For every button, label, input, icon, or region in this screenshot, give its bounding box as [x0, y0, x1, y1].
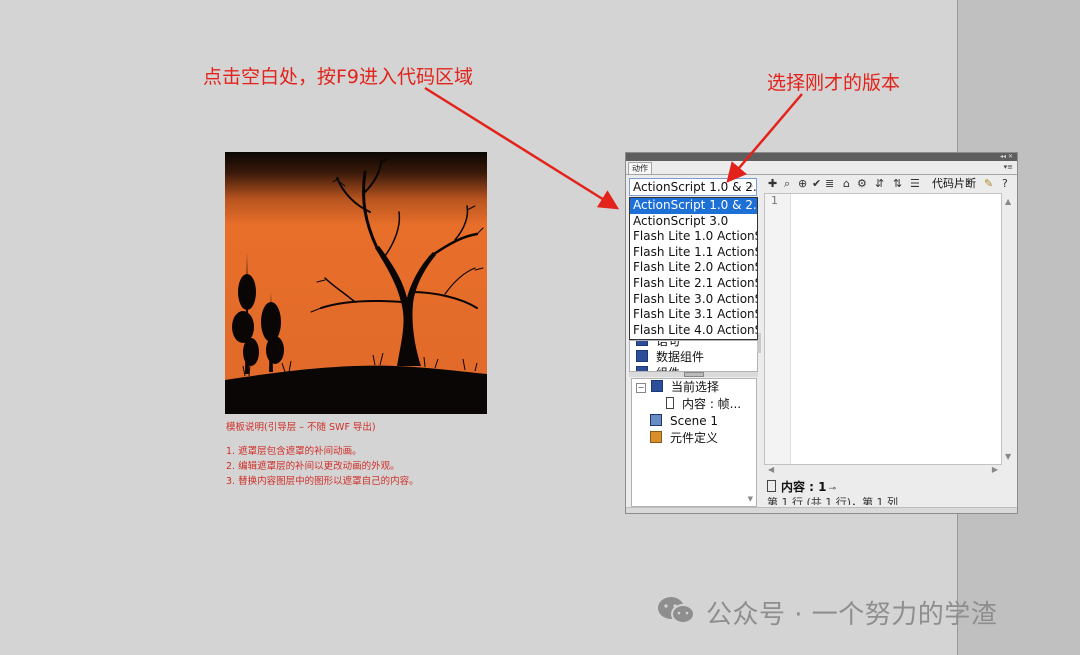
- annotation-select-version: 选择刚才的版本: [767, 72, 901, 94]
- tree-item-current-selection[interactable]: − 当前选择: [636, 379, 719, 396]
- tab-actions[interactable]: 动作: [628, 162, 652, 174]
- add-item-icon[interactable]: ✚: [768, 177, 777, 191]
- toolbox-item-data-components[interactable]: 数据组件: [630, 349, 757, 365]
- check-syntax-icon[interactable]: ✔: [812, 177, 821, 191]
- target-icon[interactable]: ⊕: [798, 177, 807, 191]
- version-option[interactable]: ActionScript 1.0 & 2.0: [630, 198, 757, 214]
- version-dropdown-list: ActionScript 1.0 & 2.0 ActionScript 3.0 …: [629, 197, 758, 340]
- tree-label: 当前选择: [671, 380, 720, 394]
- scroll-up-icon[interactable]: ▲: [1005, 197, 1011, 206]
- panel-resize-bar[interactable]: [626, 507, 1017, 513]
- panel-divider: [626, 174, 1017, 175]
- script-tab-label: 内容 : 1: [781, 480, 827, 494]
- chevron-down-icon[interactable]: ⌵: [746, 179, 753, 195]
- tree-label: 内容 : 帧...: [682, 397, 742, 411]
- annotation-press-f9: 点击空白处，按F9进入代码区域: [203, 66, 474, 88]
- wechat-icon: [658, 597, 695, 624]
- template-step: 2. 编辑遮罩层的补间以更改动画的外观。: [226, 461, 400, 472]
- scene-icon: [650, 414, 662, 426]
- pin-script-icon[interactable]: ⊸: [829, 484, 837, 494]
- version-option[interactable]: Flash Lite 3.0 ActionScript: [630, 292, 757, 308]
- panel-titlebar[interactable]: ◂◂ ✕: [626, 153, 1017, 161]
- tree-item-content-frame[interactable]: 内容 : 帧...: [666, 396, 741, 413]
- template-notes: 模板说明(引导层 – 不随 SWF 导出) 1. 遮罩层包含遮罩的补间动画。 2…: [226, 420, 419, 489]
- template-step: 1. 遮罩层包含遮罩的补间动画。: [226, 446, 362, 457]
- code-hint-icon[interactable]: ⌂: [843, 177, 850, 191]
- scroll-down-icon[interactable]: ▼: [1005, 452, 1011, 461]
- stage-artwork[interactable]: [225, 152, 487, 414]
- book-icon: [636, 341, 648, 346]
- script-editor[interactable]: 1: [764, 193, 1002, 465]
- find-icon[interactable]: ⌕: [784, 177, 790, 191]
- toolbox-item-statements[interactable]: 语句: [630, 340, 757, 349]
- watermark: 公众号 · 一个努力的学渣: [656, 594, 997, 631]
- version-option[interactable]: Flash Lite 2.0 ActionScript: [630, 260, 757, 276]
- expand-all-icon[interactable]: ⇅: [893, 177, 902, 191]
- editor-vertical-scrollbar[interactable]: ▲ ▼: [1002, 193, 1016, 465]
- actionscript-version-select[interactable]: ActionScript 1.0 & 2.0 ⌵: [629, 178, 757, 196]
- book-icon: [636, 350, 648, 362]
- scroll-left-icon[interactable]: ◀: [768, 465, 774, 474]
- toolbox-item-label: 数据组件: [656, 350, 705, 364]
- version-option[interactable]: Flash Lite 4.0 ActionScript: [630, 323, 757, 339]
- collapse-icon[interactable]: −: [636, 383, 646, 393]
- version-option[interactable]: ActionScript 3.0: [630, 214, 757, 230]
- comment-icon[interactable]: ☰: [910, 177, 920, 191]
- symbols-icon: [650, 431, 662, 443]
- panel-collapse-icon[interactable]: ◂◂ ✕: [1000, 153, 1013, 161]
- tree-label: 元件定义: [670, 431, 719, 445]
- collapse-braces-icon[interactable]: ⇵: [875, 177, 884, 191]
- script-toolbar: ✚ ⌕ ⊕ ✔ ≣ ⌂ ⚙ ⇵ ⇅ ☰ 代码片断 ✎ ?: [764, 177, 1017, 193]
- splitter-handle[interactable]: [684, 372, 704, 377]
- toolbox-item-label: 语句: [656, 340, 681, 348]
- selection-icon: [651, 380, 663, 392]
- tree-item-scene[interactable]: Scene 1: [650, 413, 718, 430]
- tree-label: Scene 1: [670, 414, 719, 428]
- actions-toolbox: 语句 数据组件 组件: [629, 340, 758, 372]
- template-step: 3. 替换内容图层中的图形以遮罩自己的内容。: [226, 476, 419, 487]
- frame-icon: [666, 397, 674, 409]
- debug-options-icon[interactable]: ⚙: [857, 177, 867, 191]
- toolbox-splitter[interactable]: [629, 372, 758, 377]
- version-option[interactable]: Flash Lite 3.1 ActionScript: [630, 307, 757, 323]
- scroll-right-icon[interactable]: ▶: [992, 465, 998, 474]
- actions-panel: ◂◂ ✕ 动作 ▾≡ ActionScript 1.0 & 2.0 ⌵ Acti…: [625, 152, 1018, 514]
- watermark-text: 公众号 · 一个努力的学渣: [706, 600, 998, 630]
- script-tab[interactable]: 内容 : 1 ⊸: [767, 480, 836, 496]
- scroll-down-icon[interactable]: ▼: [748, 495, 753, 503]
- version-select-value: ActionScript 1.0 & 2.0: [633, 180, 757, 194]
- editor-horizontal-scrollbar[interactable]: ◀ ▶: [764, 465, 1002, 477]
- frame-icon: [767, 480, 776, 492]
- tree-silhouette-image: [225, 152, 487, 414]
- code-snippets-label[interactable]: 代码片断: [932, 177, 976, 191]
- line-number-gutter: 1: [765, 194, 791, 464]
- auto-format-icon[interactable]: ≣: [825, 177, 834, 191]
- script-navigator: − 当前选择 内容 : 帧... Scene 1 元件定义 ▼: [631, 378, 757, 507]
- template-note-title: 模板说明(引导层 – 不随 SWF 导出): [226, 422, 376, 433]
- help-icon[interactable]: ?: [1002, 177, 1008, 191]
- toolbox-item-components[interactable]: 组件: [630, 365, 757, 371]
- version-option[interactable]: Flash Lite 2.1 ActionScript: [630, 276, 757, 292]
- version-option[interactable]: Flash Lite 1.0 ActionScript: [630, 229, 757, 245]
- cursor-position-status: 第 1 行 (共 1 行)，第 1 列: [767, 497, 899, 505]
- version-option[interactable]: Flash Lite 1.1 ActionScript: [630, 245, 757, 261]
- magic-wand-icon[interactable]: ✎: [984, 177, 993, 191]
- panel-menu-icon[interactable]: ▾≡: [1004, 163, 1013, 171]
- line-number: 1: [771, 194, 778, 207]
- tree-item-symbol-definitions[interactable]: 元件定义: [650, 430, 718, 447]
